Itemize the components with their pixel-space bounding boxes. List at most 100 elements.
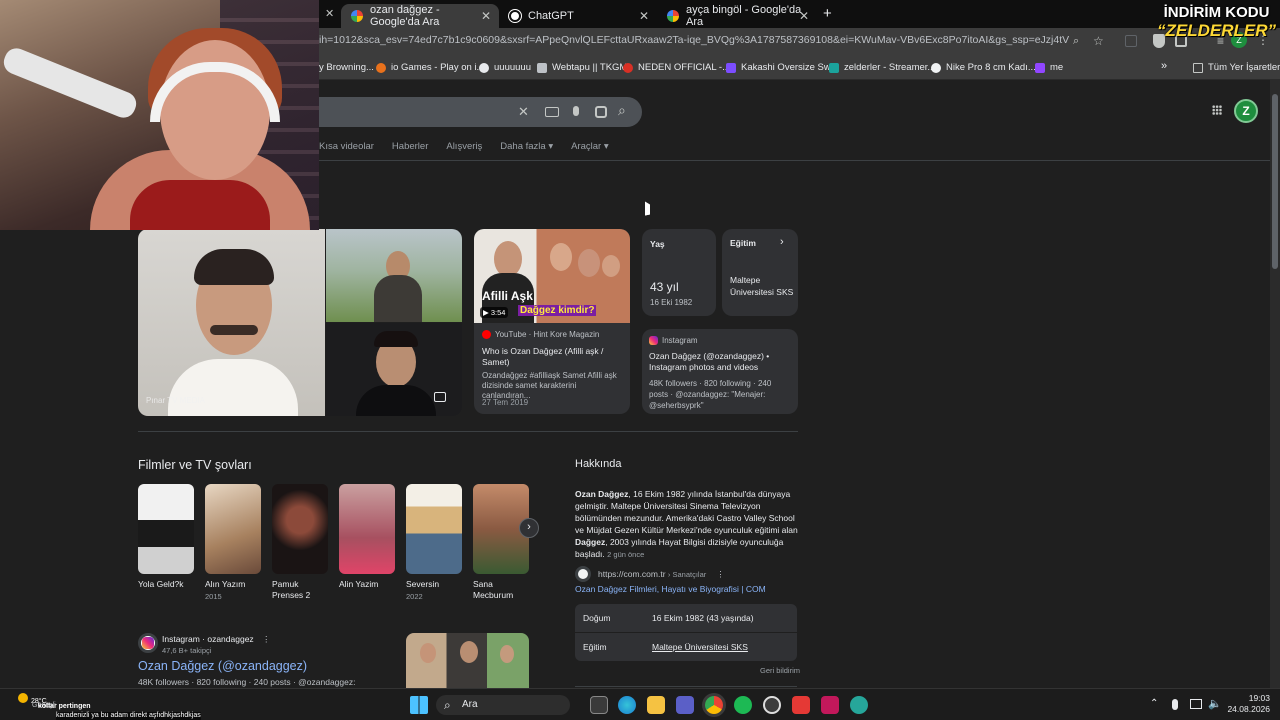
about-source[interactable]: https://com.com.tr › Sanatçılar ⋮: [575, 566, 725, 582]
tab-ayca-bingol[interactable]: ayça bingöl - Google'da Ara ✕: [657, 4, 817, 28]
more-options-icon[interactable]: ⋮: [716, 569, 725, 580]
tab-chatgpt[interactable]: ChatGPT ✕: [499, 4, 657, 28]
tab-label: ChatGPT: [528, 10, 574, 22]
person-photo-dark[interactable]: [326, 323, 462, 416]
gallery-icon[interactable]: [434, 392, 446, 402]
spotify-icon[interactable]: [734, 696, 752, 714]
close-icon[interactable]: ✕: [799, 9, 809, 23]
close-icon[interactable]: ✕: [639, 9, 649, 23]
file-explorer-icon[interactable]: [647, 696, 665, 714]
result-title-link[interactable]: Ozan Dağgez (@ozandaggez): [138, 659, 307, 673]
bookmark-item[interactable]: NEDEN OFFICIAL -...: [623, 62, 730, 73]
app-icon[interactable]: [821, 696, 839, 714]
app-icon[interactable]: [792, 696, 810, 714]
bookmark-item[interactable]: Kakashi Oversize Sw...: [726, 62, 838, 73]
chevron-right-icon[interactable]: ›: [780, 236, 784, 248]
age-card[interactable]: Yaş 43 yıl 16 Eki 1982: [642, 229, 716, 316]
tab-tools[interactable]: Araçlar ▾: [571, 141, 609, 161]
edge-icon[interactable]: [618, 696, 636, 714]
steam-icon[interactable]: [763, 696, 781, 714]
film-item[interactable]: Alın Yazım 2015: [205, 484, 261, 601]
volume-icon[interactable]: 🔈: [1208, 697, 1222, 710]
clock[interactable]: 19:03 24.08.2026: [1226, 693, 1270, 715]
bookmark-item[interactable]: Nike Pro 8 cm Kadı...: [931, 62, 1036, 73]
tab-news[interactable]: Haberler: [392, 141, 428, 161]
start-button[interactable]: [410, 696, 428, 714]
tab-more-label: Daha fazla: [500, 141, 546, 152]
zoom-icon[interactable]: ⌕: [1073, 35, 1079, 48]
page-scrollbar[interactable]: [1270, 80, 1280, 688]
chrome-icon[interactable]: [705, 696, 723, 714]
site-icon: [623, 62, 633, 73]
taskbar-search[interactable]: ⌕ Ara: [436, 695, 570, 715]
bookmark-item[interactable]: zelderler - Streamer...: [829, 62, 935, 73]
instagram-title[interactable]: Ozan Dağgez (@ozandaggez) • Instagram ph…: [649, 351, 789, 373]
bookmark-item[interactable]: me: [1035, 62, 1063, 73]
scrollbar-thumb[interactable]: [1272, 94, 1278, 269]
film-item[interactable]: Alin Yazim: [339, 484, 395, 592]
education-card[interactable]: Eğitim › Maltepe Üniversitesi SKS: [722, 229, 798, 316]
bookmark-label: uuuuuuu: [494, 62, 531, 73]
chevron-down-icon: ▾: [603, 141, 609, 152]
tab-shopping[interactable]: Alışveriş: [446, 141, 482, 161]
microphone-icon[interactable]: [1172, 699, 1178, 710]
film-item[interactable]: Sana Mecburum: [473, 484, 529, 603]
bookmark-item[interactable]: Webtapu || TKGM: [537, 62, 627, 73]
carousel-next-button[interactable]: ›: [519, 518, 539, 538]
bookmark-item[interactable]: y Browning...: [319, 62, 374, 73]
about-source-link[interactable]: Ozan Dağgez Filmleri, Hayatı ve Biyograf…: [575, 584, 766, 594]
more-options-icon[interactable]: ⋮: [262, 634, 271, 644]
person-photo-main[interactable]: Pınar TV MEDIA: [138, 229, 325, 416]
bookmark-item[interactable]: io Games - Play on i...: [376, 62, 484, 73]
apps-grid-icon[interactable]: [1212, 105, 1222, 115]
close-icon[interactable]: ✕: [325, 7, 334, 20]
divider: [300, 160, 1270, 161]
feedback-link[interactable]: Geri bildirim: [760, 666, 800, 675]
new-tab-button[interactable]: +: [823, 5, 832, 22]
film-poster: [205, 484, 261, 574]
fact-value-link[interactable]: Maltepe Üniversitesi SKS: [652, 642, 748, 652]
video-duration: ▶ 3:54: [480, 307, 509, 318]
tab-more[interactable]: Daha fazla ▾: [500, 141, 553, 161]
search-placeholder: Ara: [462, 699, 478, 710]
film-item[interactable]: Pamuk Prenses 2: [272, 484, 328, 603]
address-bar: ih=1012&sca_esv=74ed7c7b1c9c0609&sxsrf=A…: [319, 28, 1280, 58]
keyboard-icon[interactable]: [545, 107, 559, 117]
monitor-icon[interactable]: [1190, 699, 1202, 709]
tab-ozan-daggez[interactable]: ozan dağgez - Google'da Ara ✕: [341, 4, 499, 28]
instagram-card[interactable]: Instagram Ozan Dağgez (@ozandaggez) • In…: [642, 329, 798, 414]
person-photo-garden[interactable]: [326, 229, 462, 322]
sun-icon: [18, 693, 28, 703]
search-icon: ⌕: [444, 698, 451, 712]
close-icon[interactable]: ✕: [481, 9, 491, 23]
all-bookmarks-button[interactable]: Tüm Yer İşaretleri: [1193, 62, 1280, 73]
result-thumbnail[interactable]: [406, 633, 529, 688]
duration-label: 3:54: [490, 308, 506, 317]
bookmarks-overflow-button[interactable]: »: [1161, 60, 1167, 72]
hair-shape: [194, 249, 274, 285]
microphone-icon[interactable]: [573, 106, 579, 116]
search-input[interactable]: ✕ ⌕: [300, 97, 642, 127]
lens-icon[interactable]: [595, 106, 607, 118]
search-icon[interactable]: ⌕: [618, 102, 626, 119]
video-title[interactable]: Who is Ozan Dağgez (Afilli aşk / Samet): [482, 346, 622, 368]
bookmark-star-icon[interactable]: ☆: [1093, 34, 1104, 48]
video-card[interactable]: Afilli Aşk Dağgez kimdir? ▶ 3:54 YouTube…: [474, 229, 630, 414]
chevron-up-icon[interactable]: ⌃: [1150, 698, 1158, 709]
app-icon[interactable]: [850, 696, 868, 714]
task-view-icon[interactable]: [590, 696, 608, 714]
film-year: 2022: [406, 592, 423, 601]
tab-short-videos[interactable]: Kısa videolar: [319, 141, 374, 161]
url-field[interactable]: ih=1012&sca_esv=74ed7c7b1c9c0609&sxsrf=A…: [319, 34, 1069, 52]
stream-chat-overlay: 28°C Güneşli kollar pertingen karadenizl…: [4, 691, 204, 720]
face-shape: [578, 249, 600, 277]
clear-icon[interactable]: ✕: [518, 104, 529, 120]
profile-avatar[interactable]: Z: [1234, 99, 1258, 123]
bookmark-item[interactable]: uuuuuuu: [479, 62, 531, 73]
film-item[interactable]: Seversin 2022: [406, 484, 462, 601]
teams-icon[interactable]: [676, 696, 694, 714]
film-item[interactable]: Yola Geld?k: [138, 484, 194, 592]
extension-icon[interactable]: [1125, 35, 1137, 47]
tab-label: ozan dağgez - Google'da Ara: [370, 4, 440, 28]
instagram-description: 48K followers · 820 following · 240 post…: [649, 379, 772, 410]
